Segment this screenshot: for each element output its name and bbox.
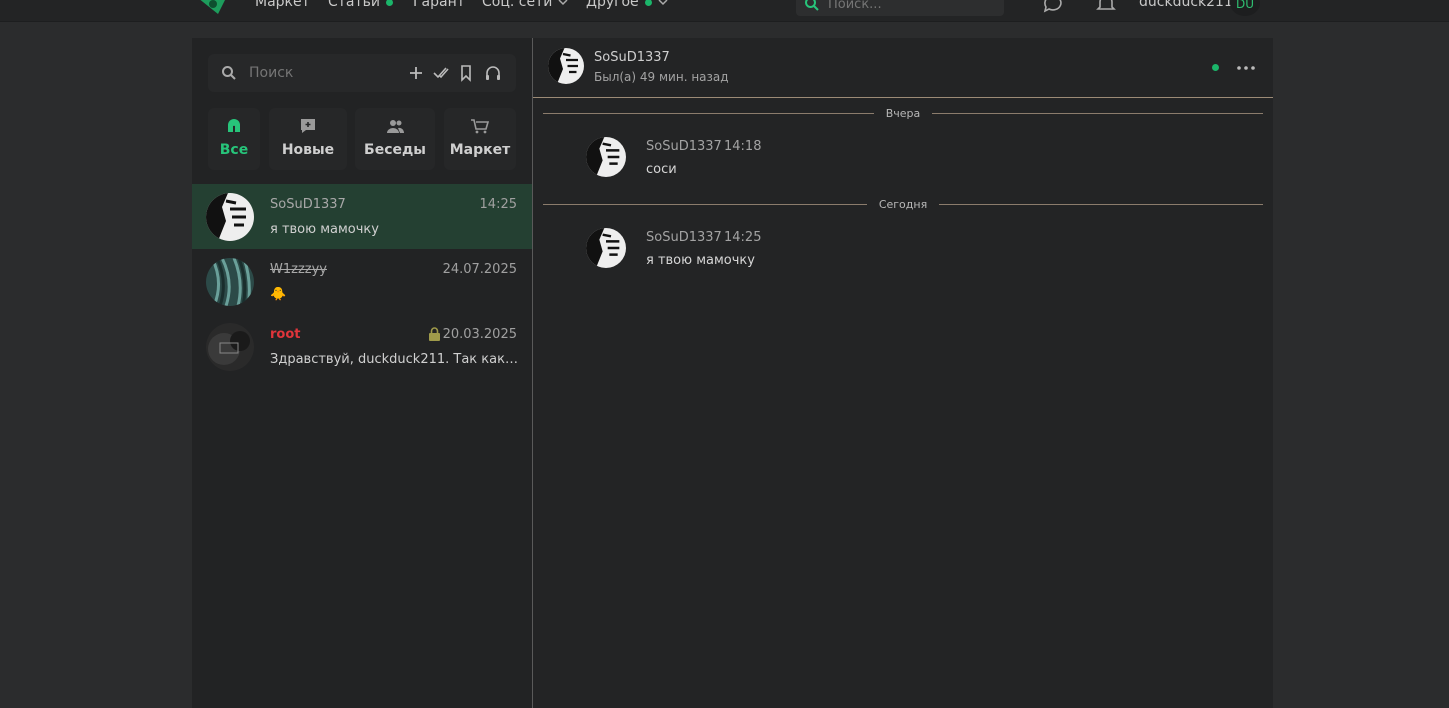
global-search [796, 0, 1004, 16]
all-chats-icon [228, 119, 240, 132]
conversation-filter-tabs: Все Новые Беседы Маркет [208, 108, 516, 170]
messages-icon[interactable] [1042, 0, 1064, 14]
conversation-search [208, 54, 516, 92]
lock-icon [429, 327, 440, 341]
search-icon [222, 66, 236, 80]
search-icon [805, 0, 819, 11]
more-options-icon[interactable] [1236, 60, 1256, 76]
avatar [206, 258, 254, 306]
tab-all[interactable]: Все [208, 108, 260, 170]
message-text: я твою мамочку [646, 253, 755, 268]
nav-item-other[interactable]: Другое [586, 0, 668, 10]
conversations-panel: Все Новые Беседы Маркет SoSuD1337 14:25 … [192, 38, 532, 708]
top-navbar: Маркет Статьи Гарант Соц. сети Другое du… [0, 0, 1449, 22]
new-chat-icon [301, 119, 315, 133]
nav-item-social[interactable]: Соц. сети [482, 0, 568, 10]
conversation-time: 20.03.2025 [442, 327, 517, 342]
message-item[interactable]: SoSuD1337 14:25 я твою мамочку [586, 228, 1186, 274]
tab-market[interactable]: Маркет [444, 108, 516, 170]
conversation-last-message: Здравствуй, duckduck211. Так как вы ... [270, 352, 518, 367]
chat-header: SoSuD1337 Был(а) 49 мин. назад [533, 38, 1273, 98]
avatar [206, 193, 254, 241]
conversation-time: 14:25 [479, 197, 517, 212]
chat-status: Был(а) 49 мин. назад [594, 70, 729, 84]
conversation-name: SoSuD1337 [270, 197, 346, 212]
date-separator: Вчера [543, 105, 1264, 121]
message-text: соси [646, 162, 677, 177]
conversation-name: root [270, 327, 301, 342]
conversation-item[interactable]: root 20.03.2025 Здравствуй, duckduck211.… [192, 314, 532, 379]
conversation-search-input[interactable] [249, 63, 399, 83]
message-item[interactable]: SoSuD1337 14:18 соси [586, 137, 1186, 183]
global-search-input[interactable] [828, 0, 988, 12]
avatar[interactable] [548, 48, 584, 84]
username[interactable]: duckduck211 [1139, 0, 1233, 10]
headphones-icon[interactable] [484, 64, 502, 82]
message-time: 14:18 [724, 139, 762, 154]
user-avatar[interactable]: DU [1230, 0, 1260, 16]
chat-title[interactable]: SoSuD1337 [594, 50, 670, 65]
tab-groups[interactable]: Беседы [355, 108, 435, 170]
conversation-name: W1zzzyy [270, 262, 327, 277]
message-author[interactable]: SoSuD1337 [646, 230, 722, 245]
new-indicator-dot [386, 0, 394, 6]
conversation-time: 24.07.2025 [442, 262, 517, 277]
nav-item-guarantor[interactable]: Гарант [413, 0, 465, 10]
cart-icon [471, 119, 490, 134]
bell-icon[interactable] [1095, 0, 1117, 14]
new-indicator-dot [644, 0, 652, 6]
conversation-last-message: 🐥 [270, 287, 287, 302]
conversation-item[interactable]: SoSuD1337 14:25 я твою мамочку [192, 184, 532, 249]
conversation-last-message: я твою мамочку [270, 222, 379, 237]
nav-item-articles[interactable]: Статьи [328, 0, 394, 10]
plus-icon[interactable] [407, 64, 425, 82]
avatar[interactable] [586, 137, 626, 177]
chevron-down-icon [558, 0, 568, 6]
double-check-icon[interactable] [432, 64, 450, 82]
date-separator: Сегодня [543, 196, 1263, 212]
avatar[interactable] [586, 228, 626, 268]
tab-new[interactable]: Новые [269, 108, 347, 170]
avatar [206, 323, 254, 371]
chevron-down-icon [658, 0, 668, 6]
chat-panel: SoSuD1337 Был(а) 49 мин. назад Вчера SoS… [533, 38, 1273, 708]
group-icon [387, 120, 405, 133]
message-author[interactable]: SoSuD1337 [646, 139, 722, 154]
online-indicator [1212, 64, 1219, 71]
message-time: 14:25 [724, 230, 762, 245]
conversation-item[interactable]: W1zzzyy 24.07.2025 🐥 [192, 249, 532, 314]
conversation-list: SoSuD1337 14:25 я твою мамочку W1zzzyy 2… [192, 184, 532, 379]
site-logo-icon[interactable] [196, 0, 230, 18]
bookmark-icon[interactable] [457, 64, 475, 82]
nav-item-market[interactable]: Маркет [255, 0, 310, 10]
